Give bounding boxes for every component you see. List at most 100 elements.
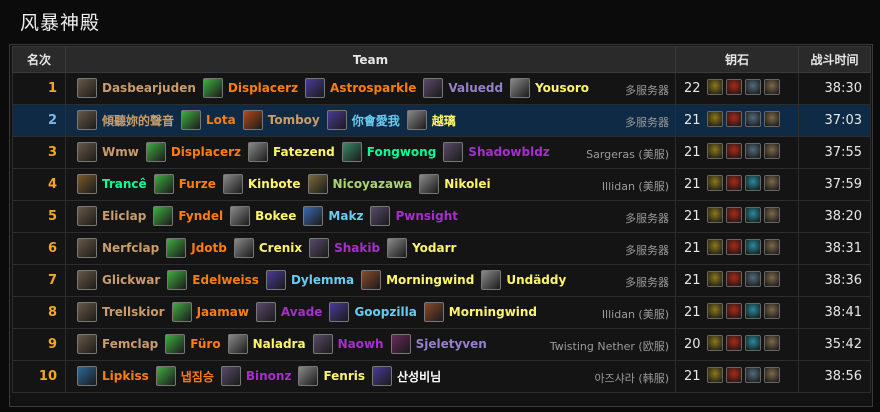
- table-row[interactable]: 3 Wmw Displacerz Fatezend Fongwong Shadowbldz…: [12, 136, 871, 169]
- player-name-link[interactable]: Fatezend: [273, 145, 335, 159]
- team-member[interactable]: Pwnsight: [370, 206, 458, 226]
- player-name-link[interactable]: Jaamaw: [197, 305, 249, 319]
- player-name-link[interactable]: Morningwind: [386, 273, 474, 287]
- player-name-link[interactable]: Eliclap: [102, 209, 146, 223]
- infested-icon[interactable]: [764, 303, 780, 319]
- raging-icon[interactable]: [726, 207, 742, 223]
- team-member[interactable]: Yousoro: [510, 78, 589, 98]
- bolstering-icon[interactable]: [726, 367, 742, 383]
- team-member[interactable]: Nerfclap: [77, 238, 159, 258]
- team-member[interactable]: Shadowbldz: [443, 142, 550, 162]
- bolstering-icon[interactable]: [726, 79, 742, 95]
- player-name-link[interactable]: Kinbote: [248, 177, 301, 191]
- raging-icon[interactable]: [726, 335, 742, 351]
- team-member[interactable]: Undäddy: [481, 270, 566, 290]
- team-member[interactable]: Morningwind: [361, 270, 474, 290]
- player-name-link[interactable]: Fenris: [323, 369, 365, 383]
- player-name-link[interactable]: Nerfclap: [102, 241, 159, 255]
- player-name-link[interactable]: Sjeletyven: [416, 337, 487, 351]
- quaking-icon[interactable]: [745, 239, 761, 255]
- team-member[interactable]: Glickwar: [77, 270, 160, 290]
- quaking-icon[interactable]: [745, 303, 761, 319]
- team-member[interactable]: Edelweiss: [167, 270, 259, 290]
- player-name-link[interactable]: Morningwind: [449, 305, 537, 319]
- player-name-link[interactable]: Crenix: [259, 241, 302, 255]
- team-member[interactable]: Valuedd: [423, 78, 503, 98]
- player-name-link[interactable]: Femclap: [102, 337, 158, 351]
- raging-icon[interactable]: [726, 303, 742, 319]
- team-member[interactable]: 你會愛我: [326, 110, 400, 130]
- player-name-link[interactable]: Dasbearjuden: [102, 81, 196, 95]
- team-member[interactable]: 냅짐승: [155, 366, 214, 386]
- team-member[interactable]: Wmw: [77, 142, 139, 162]
- bolstering-icon[interactable]: [726, 143, 742, 159]
- player-name-link[interactable]: Nicoyazawa: [333, 177, 413, 191]
- table-row[interactable]: 5 Eliclap Fyndel Bokee Makz Pwnsight 多服务器 21 38:…: [12, 200, 871, 233]
- team-member[interactable]: Trancê: [77, 174, 147, 194]
- bolstering-icon[interactable]: [726, 271, 742, 287]
- team-member[interactable]: Displacerz: [145, 142, 241, 162]
- player-name-link[interactable]: Avade: [281, 305, 323, 319]
- team-member[interactable]: Lota: [181, 110, 236, 130]
- player-name-link[interactable]: Wmw: [102, 145, 139, 159]
- team-member[interactable]: Lipkiss: [77, 366, 149, 386]
- team-member[interactable]: Yodarr: [387, 238, 456, 258]
- tyrannical-icon[interactable]: [707, 271, 723, 287]
- team-member[interactable]: Jaamaw: [171, 302, 249, 322]
- player-name-link[interactable]: 산성비님: [397, 368, 441, 385]
- raging-icon[interactable]: [726, 175, 742, 191]
- infested-icon[interactable]: [764, 335, 780, 351]
- team-member[interactable]: Naowh: [312, 334, 384, 354]
- infested-icon[interactable]: [764, 367, 780, 383]
- player-name-link[interactable]: Furze: [179, 177, 216, 191]
- table-row[interactable]: 6 Nerfclap Jdotb Crenix Shakib Yodarr 多服务器 21 38…: [12, 232, 871, 265]
- tyrannical-icon[interactable]: [707, 111, 723, 127]
- table-row[interactable]: 4 Trancê Furze Kinbote Nicoyazawa Nikolei Illi…: [12, 168, 871, 201]
- grievous-icon[interactable]: [745, 111, 761, 127]
- infested-icon[interactable]: [764, 143, 780, 159]
- team-member[interactable]: Jdotb: [166, 238, 227, 258]
- column-header-team[interactable]: Team: [65, 46, 676, 73]
- table-row[interactable]: 10 Lipkiss 냅짐승 Binonz Fenris 산성비님 아즈샤라 (韩服) 21 3…: [12, 360, 871, 393]
- player-name-link[interactable]: Valuedd: [448, 81, 503, 95]
- table-row[interactable]: 8 Trellskior Jaamaw Avade Goopzilla Morningwi…: [12, 296, 871, 329]
- team-member[interactable]: Füro: [165, 334, 221, 354]
- team-member[interactable]: Fenris: [298, 366, 365, 386]
- tyrannical-icon[interactable]: [707, 367, 723, 383]
- column-header-time[interactable]: 战斗时间: [798, 46, 871, 73]
- player-name-link[interactable]: Pwnsight: [395, 209, 458, 223]
- infested-icon[interactable]: [764, 111, 780, 127]
- team-member[interactable]: Naladra: [227, 334, 306, 354]
- infested-icon[interactable]: [764, 79, 780, 95]
- player-name-link[interactable]: Displacerz: [228, 81, 298, 95]
- quaking-icon[interactable]: [745, 335, 761, 351]
- team-member[interactable]: Displacerz: [202, 78, 298, 98]
- team-member[interactable]: 산성비님: [372, 366, 441, 386]
- player-name-link[interactable]: Füro: [190, 337, 220, 351]
- team-member[interactable]: Eliclap: [77, 206, 146, 226]
- player-name-link[interactable]: Trellskior: [102, 305, 165, 319]
- infested-icon[interactable]: [764, 207, 780, 223]
- grievous-icon[interactable]: [745, 143, 761, 159]
- grievous-icon[interactable]: [745, 271, 761, 287]
- player-name-link[interactable]: Fongwong: [367, 145, 437, 159]
- column-header-key[interactable]: 钥石: [675, 46, 799, 73]
- table-row[interactable]: 9 Femclap Füro Naladra Naowh Sjeletyven Twisti…: [12, 328, 871, 361]
- fortified-icon[interactable]: [707, 239, 723, 255]
- raging-icon[interactable]: [726, 239, 742, 255]
- team-member[interactable]: Fongwong: [341, 142, 437, 162]
- team-member[interactable]: Astrosparkle: [305, 78, 416, 98]
- team-member[interactable]: 越璃: [406, 110, 456, 130]
- bolstering-icon[interactable]: [726, 111, 742, 127]
- player-name-link[interactable]: Shakib: [334, 241, 380, 255]
- player-name-link[interactable]: Undäddy: [506, 273, 566, 287]
- table-row[interactable]: 1 Dasbearjuden Displacerz Astrosparkle Value…: [12, 72, 871, 105]
- team-member[interactable]: Trellskior: [77, 302, 165, 322]
- team-member[interactable]: Dasbearjuden: [77, 78, 196, 98]
- infested-icon[interactable]: [764, 239, 780, 255]
- player-name-link[interactable]: Shadowbldz: [468, 145, 549, 159]
- table-row[interactable]: 7 Glickwar Edelweiss Dylemma Morningwind Undä…: [12, 264, 871, 297]
- player-name-link[interactable]: Goopzilla: [354, 305, 416, 319]
- player-name-link[interactable]: Naowh: [338, 337, 384, 351]
- fortified-icon[interactable]: [707, 303, 723, 319]
